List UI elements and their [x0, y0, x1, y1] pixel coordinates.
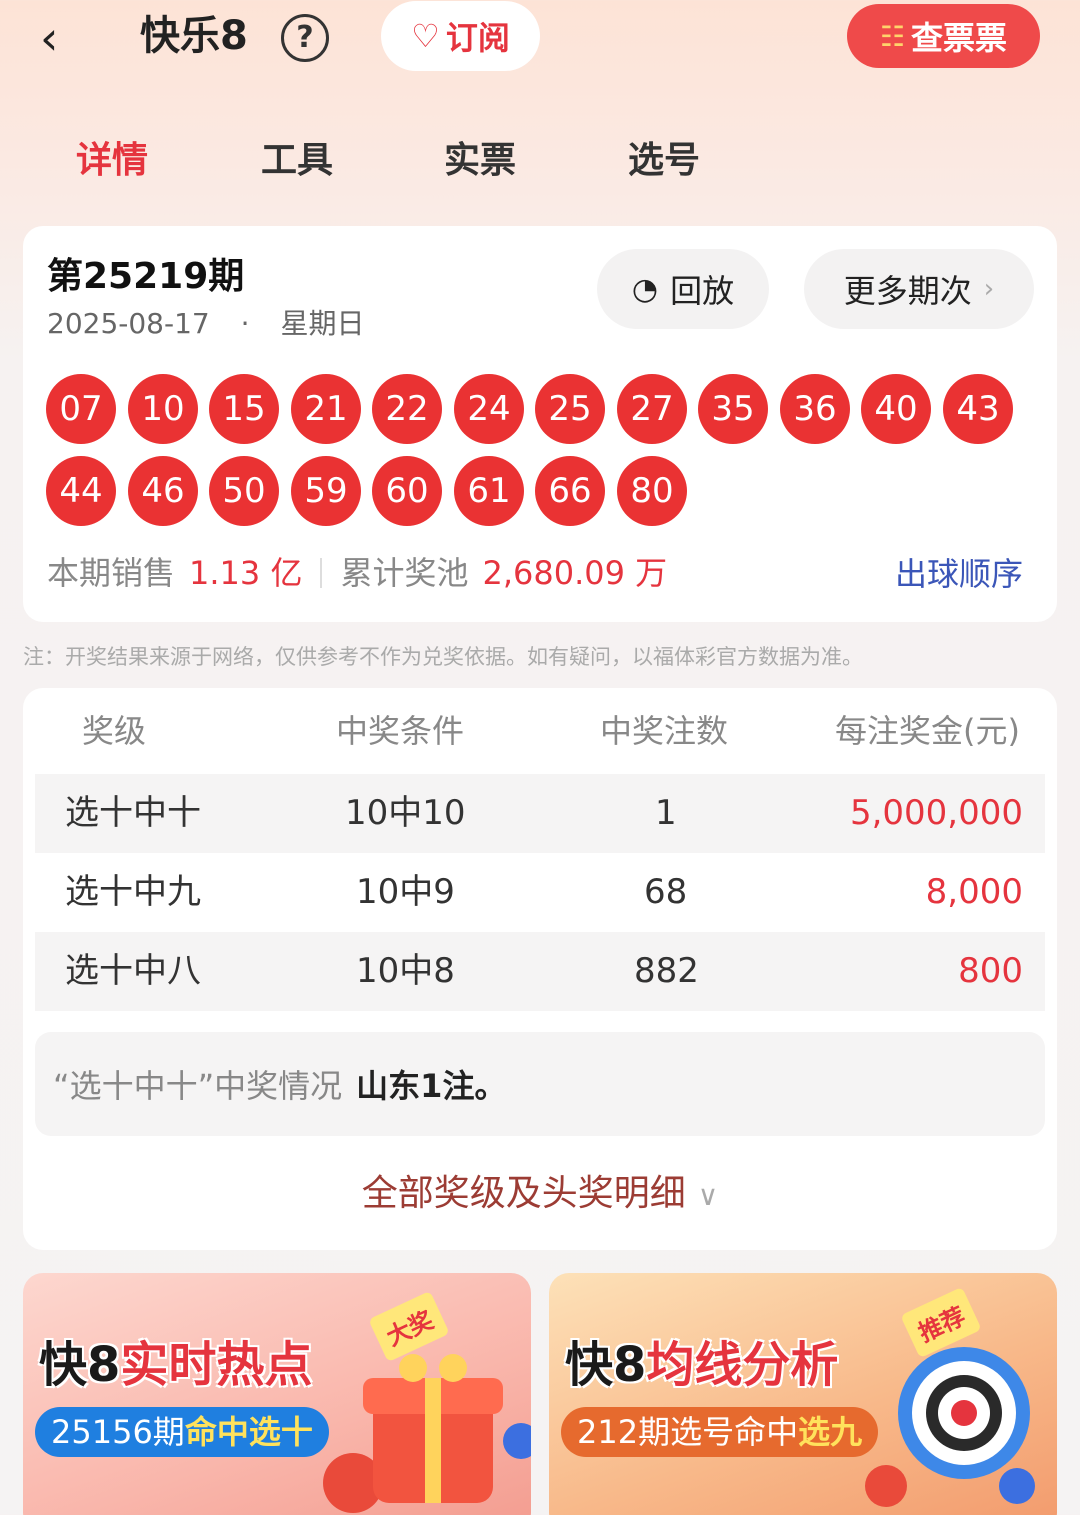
- tab-tools[interactable]: 工具: [261, 136, 333, 186]
- sales-label: 本期销售: [47, 554, 176, 592]
- banner-title-a: 快8: [565, 1337, 647, 1393]
- replay-label: 回放: [670, 272, 735, 310]
- prize-count: 68: [644, 872, 688, 912]
- prize-level: 选十中九: [65, 872, 201, 912]
- winning-number-ball: 46: [128, 456, 198, 526]
- date-separator: ·: [240, 307, 250, 340]
- prize-level: 选十中八: [65, 951, 201, 991]
- header-count: 中奖注数: [600, 712, 729, 750]
- target-icon: [898, 1347, 1030, 1479]
- replay-button[interactable]: ◔ 回放: [597, 249, 769, 329]
- check-ticket-button[interactable]: ☷ 查票票: [847, 4, 1040, 68]
- header-level: 奖级: [82, 712, 147, 750]
- winner-value: 山东1注。: [356, 1067, 507, 1105]
- more-periods-label: 更多期次: [843, 272, 972, 310]
- draw-order-link[interactable]: 出球顺序: [895, 551, 1023, 597]
- prize-count: 1: [655, 793, 677, 833]
- winning-number-ball: 21: [291, 374, 361, 444]
- winning-number-ball: 35: [698, 374, 768, 444]
- sales-info: 本期销售 1.13 亿 累计奖池 2,680.09 万: [47, 550, 667, 596]
- winning-number-ball: 50: [209, 456, 279, 526]
- subscribe-button[interactable]: ♡ 订阅: [381, 1, 540, 71]
- banner-title: 快8均线分析: [565, 1333, 838, 1397]
- gift-box-icon: [363, 1354, 503, 1503]
- all-prizes-expand-button[interactable]: 全部奖级及头奖明细 ∨: [0, 1166, 1080, 1224]
- draw-date: 2025-08-17 · 星期日: [47, 304, 364, 344]
- prize-condition: 10中8: [356, 951, 455, 991]
- tab-real-ticket[interactable]: 实票: [444, 136, 516, 186]
- more-periods-button[interactable]: 更多期次 ›: [804, 249, 1034, 329]
- tab-details[interactable]: 详情: [76, 136, 148, 186]
- winning-number-ball: 60: [372, 456, 442, 526]
- winning-number-ball: 80: [617, 456, 687, 526]
- winning-number-ball: 61: [454, 456, 524, 526]
- winning-number-ball: 36: [780, 374, 850, 444]
- prize-amount: 5,000,000: [849, 793, 1023, 833]
- banner-subtitle-b: 选九: [798, 1413, 863, 1451]
- tab-pick-numbers[interactable]: 选号: [628, 136, 700, 186]
- pool-label: 累计奖池: [340, 554, 469, 592]
- winning-number-ball: 40: [861, 374, 931, 444]
- date-text: 2025-08-17: [47, 307, 210, 340]
- table-row: 选十中九 10中9 68 8,000: [35, 853, 1045, 932]
- heart-plus-icon: ♡: [411, 17, 440, 55]
- period-number: 第25219期: [47, 256, 245, 297]
- winning-number-ball: 10: [128, 374, 198, 444]
- weekday-text: 星期日: [280, 307, 365, 340]
- help-icon[interactable]: ?: [281, 14, 329, 62]
- subscribe-label: 订阅: [445, 19, 510, 57]
- banner-moving-average-analysis[interactable]: 推荐 快8均线分析 212期选号命中选九: [549, 1273, 1057, 1515]
- replay-icon: ◔: [631, 271, 659, 307]
- table-row: 选十中十 10中10 1 5,000,000: [35, 774, 1045, 853]
- winning-number-ball: 27: [617, 374, 687, 444]
- page-title: 快乐8: [140, 13, 248, 59]
- chevron-right-icon: ›: [983, 274, 995, 304]
- winning-number-ball: 25: [535, 374, 605, 444]
- prize-amount: 8,000: [925, 872, 1023, 912]
- winning-number-ball: 24: [454, 374, 524, 444]
- winning-number-ball: 22: [372, 374, 442, 444]
- banner-subtitle: 25156期命中选十: [35, 1407, 329, 1457]
- winning-number-ball: 15: [209, 374, 279, 444]
- winning-number-ball: 43: [943, 374, 1013, 444]
- back-chevron-icon[interactable]: ‹: [40, 8, 100, 68]
- winning-number-ball: 66: [535, 456, 605, 526]
- prize-amount: 800: [958, 951, 1023, 991]
- divider: [320, 558, 323, 588]
- winner-label: “选十中十”中奖情况: [53, 1067, 343, 1105]
- prize-condition: 10中10: [345, 793, 466, 833]
- banner-title-a: 快8: [39, 1337, 121, 1393]
- disclaimer-note: 注：开奖结果来源于网络，仅供参考不作为兑奖依据。如有疑问，以福体彩官方数据为准。: [23, 645, 863, 669]
- banner-subtitle: 212期选号命中选九: [561, 1407, 879, 1457]
- winning-number-ball: 59: [291, 456, 361, 526]
- banner-subtitle-a: 25156期: [51, 1413, 185, 1451]
- winning-number-ball: 44: [46, 456, 116, 526]
- sales-value: 1.13 亿: [189, 554, 303, 592]
- winning-number-ball: 07: [46, 374, 116, 444]
- header-condition: 中奖条件: [336, 712, 465, 750]
- prize-level: 选十中十: [65, 793, 201, 833]
- all-prizes-label: 全部奖级及头奖明细: [361, 1173, 686, 1214]
- banner-subtitle-b: 命中选十: [184, 1413, 313, 1451]
- banner-title-b: 实时热点: [120, 1337, 313, 1393]
- banner-subtitle-a: 212期选号命中: [577, 1413, 799, 1451]
- banner-realtime-hotspot[interactable]: 大奖 快8实时热点 25156期命中选十: [23, 1273, 531, 1515]
- banner-title: 快8实时热点: [39, 1333, 312, 1397]
- table-row: 选十中八 10中8 882 800: [35, 932, 1045, 1011]
- check-ticket-label: 查票票: [911, 19, 1008, 57]
- scan-icon: ☷: [879, 19, 906, 53]
- banner-title-b: 均线分析: [646, 1337, 839, 1393]
- pool-value: 2,680.09 万: [482, 554, 668, 592]
- top-prize-winner-info: “选十中十”中奖情况 山东1注。: [35, 1032, 1045, 1136]
- prize-condition: 10中9: [356, 872, 455, 912]
- header-prize: 每注奖金(元): [835, 712, 1020, 750]
- prize-count: 882: [634, 951, 699, 991]
- chevron-down-icon: ∨: [697, 1179, 719, 1212]
